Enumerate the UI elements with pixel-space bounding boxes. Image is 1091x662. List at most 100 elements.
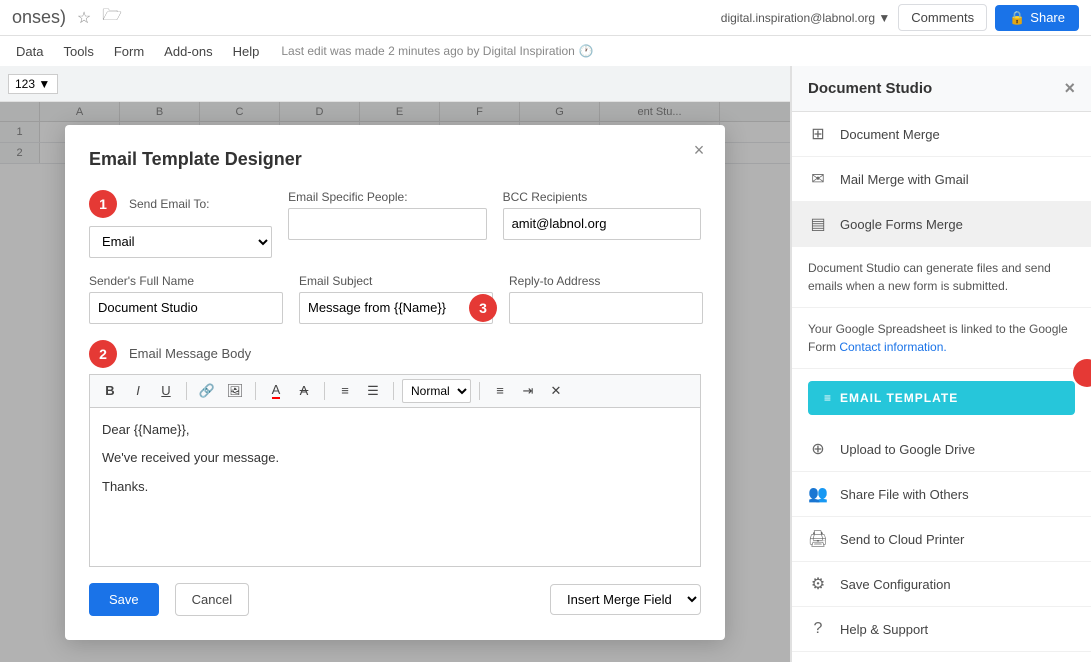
panel-action-label-4: Help & Support — [840, 622, 928, 637]
print-icon: 🖨 — [808, 529, 828, 549]
reply-to-input[interactable] — [509, 292, 703, 324]
panel-action-upload[interactable]: ⊕ Upload to Google Drive — [792, 427, 1091, 472]
menu-tools[interactable]: Tools — [55, 40, 101, 63]
align-left-button[interactable]: ≡ — [488, 379, 512, 403]
email-subject-label: Email Subject — [299, 274, 493, 288]
user-email: digital.inspiration@labnol.org ▼ — [721, 11, 890, 25]
email-specific-group: Email Specific People: — [288, 190, 486, 258]
panel-desc-1: Document Studio can generate files and s… — [792, 247, 1091, 308]
modal-footer: Save Cancel Insert Merge Field — [89, 583, 701, 616]
form-row-2: Sender's Full Name Document Studio Email… — [89, 274, 701, 324]
unordered-list-button[interactable]: ☰ — [361, 379, 385, 403]
email-specific-label: Email Specific People: — [288, 190, 486, 204]
style-select[interactable]: Normal — [402, 379, 471, 403]
panel-action-share[interactable]: 👥 Share File with Others — [792, 472, 1091, 517]
email-template-modal: × Email Template Designer 1 Send Email T… — [65, 125, 725, 640]
panel-action-help[interactable]: ? Help & Support — [792, 607, 1091, 652]
modal-actions: Save Cancel — [89, 583, 249, 616]
modal-title: Email Template Designer — [89, 149, 701, 170]
sheet-left: 123 ▼ A B C D E F G ent Stu... 1 — [0, 66, 791, 662]
panel-footer: Document Studio — [792, 652, 1091, 662]
editor-body[interactable]: Dear {{Name}}, We've received your messa… — [89, 407, 701, 567]
mail-icon: ✉ — [808, 169, 828, 189]
comments-button[interactable]: Comments — [898, 4, 987, 31]
form-icon: ▤ — [808, 214, 828, 234]
reply-to-label: Reply-to Address — [509, 274, 703, 288]
sender-name-group: Sender's Full Name Document Studio — [89, 274, 283, 324]
modal-close-button[interactable]: × — [685, 137, 713, 165]
body-line-1: Dear {{Name}}, — [102, 420, 688, 441]
indent-button[interactable]: ⇥ — [516, 379, 540, 403]
top-bar-right: digital.inspiration@labnol.org ▼ Comment… — [721, 4, 1079, 31]
bcc-input[interactable]: amit@labnol.org — [503, 208, 701, 240]
panel-action-label-2: Send to Cloud Printer — [840, 532, 964, 547]
body-line-2: We've received your message. — [102, 448, 688, 469]
menu-help[interactable]: Help — [225, 40, 268, 63]
sep-2 — [255, 382, 256, 400]
panel-menu-label-1: Mail Merge with Gmail — [840, 172, 969, 187]
bold-button[interactable]: B — [98, 379, 122, 403]
reply-to-group: Reply-to Address — [509, 274, 703, 324]
font-color-button[interactable]: A — [264, 379, 288, 403]
email-template-button[interactable]: ≡ EMAIL TEMPLATE — [808, 381, 1075, 415]
clear-format-button[interactable]: ✕ — [544, 379, 568, 403]
bcc-label: BCC Recipients — [503, 190, 701, 204]
panel-menu-document-merge[interactable]: ⊞ Document Merge — [792, 112, 1091, 157]
star-icon[interactable]: ☆ — [74, 8, 94, 28]
merge-icon: ⊞ — [808, 124, 828, 144]
top-bar: onses) ☆ 🗁 digital.inspiration@labnol.or… — [0, 0, 1091, 36]
cell-ref[interactable]: 123 ▼ — [8, 74, 58, 94]
folder-icon[interactable]: 🗁 — [102, 8, 122, 28]
email-subject-group: Email Subject Message from {{Name}} 3 — [299, 274, 493, 324]
spreadsheet-area: 123 ▼ A B C D E F G ent Stu... 1 — [0, 66, 1091, 662]
sep-5 — [479, 382, 480, 400]
panel-action-print[interactable]: 🖨 Send to Cloud Printer — [792, 517, 1091, 562]
editor-toolbar: B I U 🔗 🖼 A A ≡ ☰ Normal — [89, 374, 701, 407]
sep-1 — [186, 382, 187, 400]
email-lines-icon: ≡ — [824, 391, 832, 405]
contact-info-link[interactable]: Contact information. — [839, 340, 946, 354]
upload-icon: ⊕ — [808, 439, 828, 459]
save-button[interactable]: Save — [89, 583, 159, 616]
modal-overlay: × Email Template Designer 1 Send Email T… — [0, 102, 790, 662]
step-3-badge: 3 — [469, 294, 497, 322]
menu-data[interactable]: Data — [8, 40, 51, 63]
menu-bar: Data Tools Form Add-ons Help Last edit w… — [0, 36, 1091, 66]
sender-name-label: Sender's Full Name — [89, 274, 283, 288]
step-2-badge: 2 — [89, 340, 117, 368]
help-icon: ? — [808, 619, 828, 639]
panel-desc-2: Your Google Spreadsheet is linked to the… — [792, 308, 1091, 369]
panel-action-save-config[interactable]: ⚙ Save Configuration — [792, 562, 1091, 607]
panel-action-label-0: Upload to Google Drive — [840, 442, 975, 457]
sender-name-input[interactable]: Document Studio — [89, 292, 283, 324]
panel-action-label-1: Share File with Others — [840, 487, 969, 502]
panel-menu-forms-merge[interactable]: ▤ Google Forms Merge — [792, 202, 1091, 247]
step-1-badge: 1 — [89, 190, 117, 218]
italic-button[interactable]: I — [126, 379, 150, 403]
panel-menu-mail-merge[interactable]: ✉ Mail Merge with Gmail — [792, 157, 1091, 202]
body-line-3: Thanks. — [102, 477, 688, 498]
image-button[interactable]: 🖼 — [223, 379, 247, 403]
sep-3 — [324, 382, 325, 400]
form-row-1: 1 Send Email To: Email CC BCC Custom Ema… — [89, 190, 701, 258]
share-button[interactable]: 🔒 Share — [995, 5, 1079, 31]
gear-icon: ⚙ — [808, 574, 828, 594]
lock-icon: 🔒 — [1009, 10, 1025, 26]
merge-field-select[interactable]: Insert Merge Field — [550, 584, 701, 615]
strikethrough-button[interactable]: A — [292, 379, 316, 403]
panel-close-button[interactable]: × — [1064, 78, 1075, 99]
panel-menu-label-0: Document Merge — [840, 127, 940, 142]
send-email-to-group: 1 Send Email To: Email CC BCC Custom — [89, 190, 272, 258]
email-specific-input[interactable] — [288, 208, 486, 240]
ordered-list-button[interactable]: ≡ — [333, 379, 357, 403]
cancel-button[interactable]: Cancel — [175, 583, 249, 616]
panel-menu-label-2: Google Forms Merge — [840, 217, 963, 232]
menu-addons[interactable]: Add-ons — [156, 40, 220, 63]
body-label-row: 2 Email Message Body — [89, 340, 701, 368]
underline-button[interactable]: U — [154, 379, 178, 403]
email-subject-input[interactable]: Message from {{Name}} — [299, 292, 493, 324]
link-button[interactable]: 🔗 — [195, 379, 219, 403]
send-email-to-select[interactable]: Email CC BCC Custom — [89, 226, 272, 258]
panel-action-label-3: Save Configuration — [840, 577, 951, 592]
menu-form[interactable]: Form — [106, 40, 152, 63]
